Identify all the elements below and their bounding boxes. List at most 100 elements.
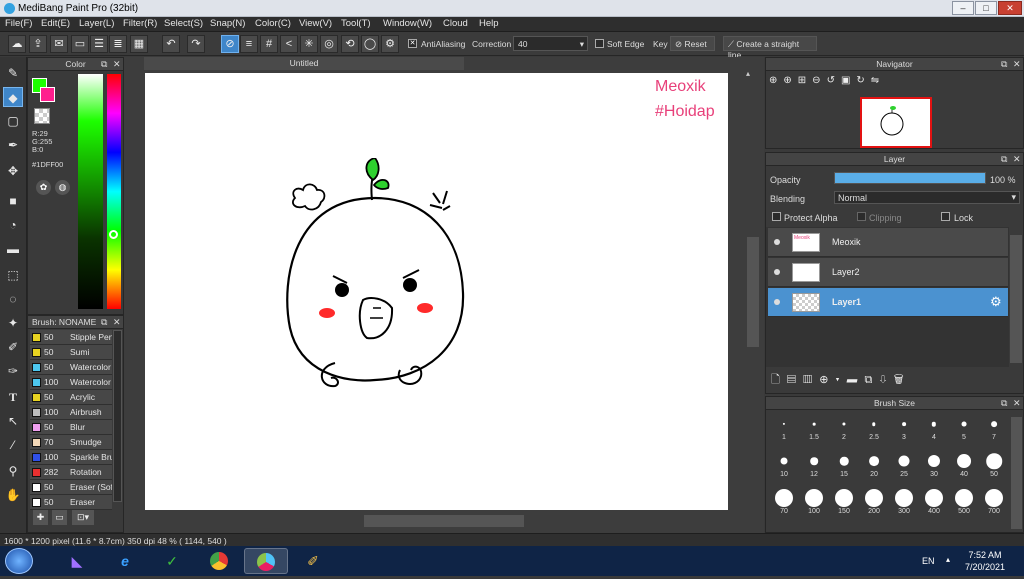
menu-color[interactable]: Color(C) — [255, 18, 291, 29]
layer-list-scrollbar[interactable] — [1010, 235, 1022, 363]
snap-settings-icon[interactable]: ⚙ — [381, 35, 399, 53]
lasso-tool-icon[interactable]: ◌ — [3, 289, 23, 309]
clock[interactable]: 7:52 AM 7/20/2021 — [960, 549, 1010, 573]
brush-list-item[interactable]: 282 Rotation — [30, 465, 112, 480]
clipping-checkbox[interactable] — [857, 212, 866, 221]
brush-size-option[interactable]: 4 — [919, 411, 949, 441]
merge-layer-icon[interactable]: ⇩ — [879, 374, 893, 386]
redo-icon[interactable]: ↷ — [187, 35, 205, 53]
medibang-icon[interactable] — [244, 548, 288, 574]
antialiasing-checkbox[interactable]: ✕ — [408, 39, 417, 48]
brush-list-item[interactable]: 100 Sparkle Brush — [30, 450, 112, 465]
tray-arrow-icon[interactable]: ▴ — [946, 555, 950, 564]
brush-size-option[interactable]: 3 — [889, 411, 919, 441]
brush-list-item[interactable]: 50 Blur — [30, 420, 112, 435]
document-tab[interactable]: Untitled — [144, 57, 464, 70]
gear-icon[interactable]: ⚙ — [990, 294, 1002, 310]
visibility-icon[interactable] — [774, 239, 780, 245]
brush-size-option[interactable]: 70 — [769, 485, 799, 515]
select-tool-icon[interactable]: ⬚ — [3, 265, 23, 285]
zoom-in-icon[interactable]: ⊕ — [783, 75, 797, 86]
brush-size-option[interactable]: 1.5 — [799, 411, 829, 441]
navigator-preview[interactable] — [860, 97, 932, 148]
page-icon[interactable]: ▭ — [71, 35, 89, 53]
grid-icon[interactable]: ▦ — [130, 35, 148, 53]
create-straight-line-button[interactable]: ⟋ Create a straight line — [723, 36, 817, 60]
dot-tool-icon[interactable]: ▢ — [3, 111, 23, 131]
select-eraser-icon[interactable]: ✑ — [3, 361, 23, 381]
brush-size-option[interactable]: 200 — [859, 485, 889, 515]
maximize-button[interactable]: □ — [975, 1, 997, 15]
brush-size-option[interactable]: 15 — [829, 448, 859, 478]
divide-tool-icon[interactable]: ⁄ — [3, 435, 23, 455]
gradient-tool-icon[interactable]: ▬ — [3, 239, 23, 259]
language-indicator[interactable]: EN — [922, 556, 935, 566]
brush-list-item[interactable]: 100 Airbrush — [30, 405, 112, 420]
menu-snap[interactable]: Snap(N) — [210, 18, 245, 29]
add-layer-dropdown-icon[interactable]: ⊕▾ — [819, 374, 846, 386]
start-button[interactable] — [5, 548, 33, 574]
brush-size-option[interactable]: 400 — [919, 485, 949, 515]
delete-layer-icon[interactable]: 🗑 — [894, 374, 911, 386]
brush-size-option[interactable]: 500 — [949, 485, 979, 515]
brush-list-item[interactable]: 50 Watercolor — [30, 360, 112, 375]
snap-circle-icon[interactable]: ◎ — [320, 35, 338, 53]
visibility-icon[interactable] — [774, 269, 780, 275]
paint-icon[interactable]: ✐ — [291, 548, 335, 574]
soft-edge-checkbox[interactable] — [595, 39, 604, 48]
brush-size-option[interactable]: 2 — [829, 411, 859, 441]
opacity-slider[interactable] — [834, 172, 986, 184]
brush-list-item[interactable]: 50 Eraser — [30, 495, 112, 510]
rotate-left-icon[interactable]: ↺ — [827, 75, 841, 86]
chrome-icon[interactable] — [197, 548, 241, 574]
flip-icon[interactable]: ⇋ — [871, 75, 885, 86]
snap-radial-icon[interactable]: ✳ — [300, 35, 318, 53]
brush-size-option[interactable]: 100 — [799, 485, 829, 515]
brush-list-item[interactable]: 50 Acrylic — [30, 390, 112, 405]
coc-coc-icon[interactable]: ✓ — [150, 548, 194, 574]
panel-close-icon[interactable]: ✕ — [1013, 398, 1021, 409]
saturation-brightness-bar[interactable] — [78, 74, 103, 309]
popout-icon[interactable]: ⧉ — [1001, 398, 1007, 409]
brush-size-option[interactable]: 300 — [889, 485, 919, 515]
correction-select[interactable]: 40 ▾ — [513, 36, 588, 51]
brush-size-option[interactable]: 20 — [859, 448, 889, 478]
snap-grid-icon[interactable]: # — [260, 35, 278, 53]
vertical-scrollbar[interactable] — [747, 237, 759, 347]
protect-alpha-checkbox[interactable] — [772, 212, 781, 221]
lock-checkbox[interactable] — [941, 212, 950, 221]
copy-brush-icon[interactable]: ▭ — [52, 510, 67, 525]
menu-cloud[interactable]: Cloud — [443, 18, 468, 29]
menu-select[interactable]: Select(S) — [164, 18, 203, 29]
snap-off-icon[interactable]: ⊘ — [221, 35, 239, 53]
menu-edit[interactable]: Edit(E) — [41, 18, 70, 29]
visibility-icon[interactable] — [774, 299, 780, 305]
panel-close-icon[interactable]: ✕ — [1013, 59, 1021, 70]
brush-list-item[interactable]: 100 Watercolor — [30, 375, 112, 390]
panel-close-icon[interactable]: ✕ — [113, 317, 121, 328]
page-list-icon[interactable]: ≣ — [109, 35, 127, 53]
undo-icon[interactable]: ↶ — [162, 35, 180, 53]
menu-window[interactable]: Window(W) — [383, 18, 432, 29]
brush-size-option[interactable]: 12 — [799, 448, 829, 478]
select-pen-icon[interactable]: ✐ — [3, 337, 23, 357]
rotate-right-icon[interactable]: ↻ — [856, 75, 870, 86]
zoom-out-icon[interactable]: ⊖ — [812, 75, 826, 86]
text-tool-icon[interactable]: T — [3, 387, 23, 407]
new-layer-icon[interactable]: 🗋 — [771, 374, 787, 386]
brush-size-option[interactable]: 50 — [979, 448, 1009, 478]
menu-file[interactable]: File(F) — [5, 18, 32, 29]
popout-icon[interactable]: ⧉ — [1001, 59, 1007, 70]
scroll-up-icon[interactable]: ▴ — [746, 70, 760, 78]
eraser-tool-icon[interactable]: ◆ — [3, 87, 23, 107]
visual-studio-icon[interactable]: ◣ — [55, 548, 99, 574]
transparent-swatch[interactable] — [34, 108, 50, 124]
cloud-icon[interactable]: ☁ — [8, 35, 26, 53]
new-8bit-layer-icon[interactable]: ▥ — [803, 374, 819, 386]
drawing-canvas[interactable]: Meoxik #Hoidap — [145, 73, 728, 510]
layer-row-layer1[interactable]: Layer1 ⚙ — [768, 288, 1008, 317]
brush-list-scrollbar[interactable] — [113, 330, 122, 502]
share-icon[interactable]: ⇪ — [29, 35, 47, 53]
folder-icon[interactable]: ▰ — [847, 374, 865, 386]
shape-tool-icon[interactable]: ■ — [3, 191, 23, 211]
